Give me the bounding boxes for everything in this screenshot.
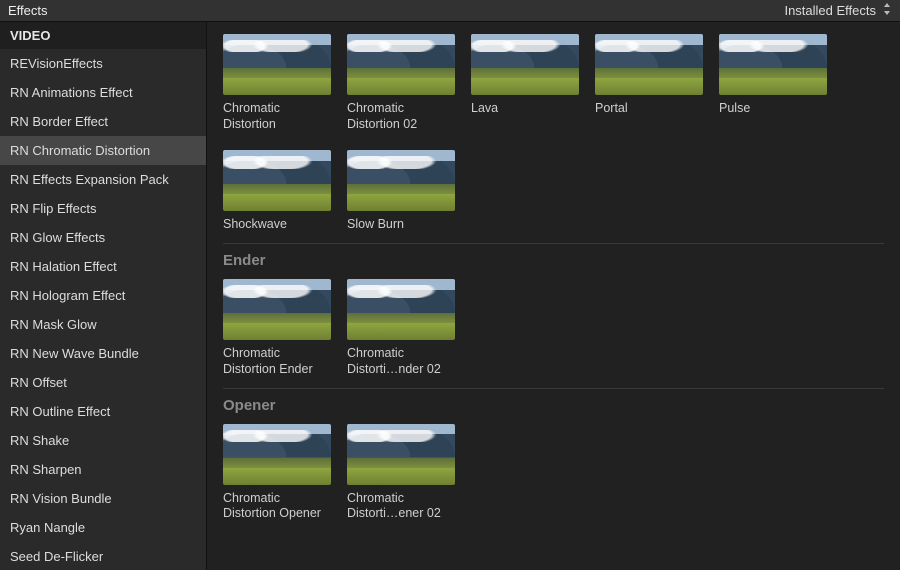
effect-label: Chromatic Distorti…nder 02 (347, 346, 455, 377)
sidebar-item[interactable]: RN Chromatic Distortion (0, 136, 206, 165)
sidebar-item[interactable]: Seed De-Flicker (0, 542, 206, 570)
effect-label: Chromatic Distortion (223, 101, 331, 132)
header-bar: Effects Installed Effects (0, 0, 900, 22)
effect-preview-image (719, 34, 827, 95)
effect-thumbnail[interactable]: Chromatic Distortion Opener (223, 424, 331, 522)
sidebar-item[interactable]: RN Animations Effect (0, 78, 206, 107)
effect-label: Portal (595, 101, 703, 117)
effect-preview-image (595, 34, 703, 95)
sidebar-item[interactable]: RN Effects Expansion Pack (0, 165, 206, 194)
sidebar-item[interactable]: RN Halation Effect (0, 252, 206, 281)
effect-grid: Chromatic Distortion Ender Chromatic Dist… (223, 279, 884, 377)
effects-grid-area[interactable]: Chromatic Distortion Chromatic Distortion… (207, 22, 900, 570)
effect-preview-image (347, 424, 455, 485)
sidebar-item[interactable]: RN Mask Glow (0, 310, 206, 339)
effect-preview-image (223, 424, 331, 485)
sidebar-item[interactable]: RN Shake (0, 426, 206, 455)
sidebar-item[interactable]: RN Border Effect (0, 107, 206, 136)
effect-label: Chromatic Distortion 02 (347, 101, 455, 132)
sidebar-item[interactable]: RN Offset (0, 368, 206, 397)
effect-thumbnail[interactable]: Slow Burn (347, 150, 455, 233)
effect-label: Pulse (719, 101, 827, 117)
effect-grid: Chromatic Distortion Chromatic Distortion… (223, 34, 884, 233)
effect-thumbnail[interactable]: Shockwave (223, 150, 331, 233)
effect-thumbnail[interactable]: Chromatic Distortion 02 (347, 34, 455, 132)
effect-preview-image (471, 34, 579, 95)
sidebar-section-video: VIDEO (0, 22, 206, 49)
effect-group: OpenerChromatic Distortion OpenerChromat… (223, 388, 884, 522)
sidebar[interactable]: VIDEO REVisionEffectsRN Animations Effec… (0, 22, 207, 570)
sidebar-item[interactable]: RN Glow Effects (0, 223, 206, 252)
effect-preview-image (223, 34, 331, 95)
sidebar-item[interactable]: RN Sharpen (0, 455, 206, 484)
effect-thumbnail[interactable]: Chromatic Distorti…nder 02 (347, 279, 455, 377)
sidebar-item[interactable]: RN Outline Effect (0, 397, 206, 426)
effect-grid: Chromatic Distortion Opener Chromatic Dis… (223, 424, 884, 522)
effect-label: Lava (471, 101, 579, 117)
effect-label: Shockwave (223, 217, 331, 233)
effect-label: Slow Burn (347, 217, 455, 233)
effect-preview-image (347, 150, 455, 211)
effect-label: Chromatic Distortion Opener (223, 491, 331, 522)
filter-dropdown[interactable]: Installed Effects (784, 3, 892, 18)
updown-icon (882, 3, 892, 18)
group-header: Opener (223, 388, 884, 424)
effect-preview-image (347, 34, 455, 95)
effect-preview-image (347, 279, 455, 340)
group-header: Ender (223, 243, 884, 279)
sidebar-item[interactable]: RN Vision Bundle (0, 484, 206, 513)
effects-browser: Effects Installed Effects VIDEO REVision… (0, 0, 900, 570)
sidebar-item[interactable]: RN New Wave Bundle (0, 339, 206, 368)
effect-group: EnderChromatic Distortion EnderChromatic… (223, 243, 884, 377)
effect-thumbnail[interactable]: Pulse (719, 34, 827, 132)
panel-title: Effects (8, 3, 48, 18)
effect-thumbnail[interactable]: Chromatic Distortion (223, 34, 331, 132)
sidebar-item[interactable]: RN Hologram Effect (0, 281, 206, 310)
effect-group: Chromatic Distortion Chromatic Distortion… (223, 34, 884, 233)
sidebar-item[interactable]: Ryan Nangle (0, 513, 206, 542)
filter-label: Installed Effects (784, 3, 876, 18)
effect-preview-image (223, 150, 331, 211)
body: VIDEO REVisionEffectsRN Animations Effec… (0, 22, 900, 570)
effect-label: Chromatic Distortion Ender (223, 346, 331, 377)
effect-thumbnail[interactable]: Portal (595, 34, 703, 132)
sidebar-item[interactable]: REVisionEffects (0, 49, 206, 78)
sidebar-item[interactable]: RN Flip Effects (0, 194, 206, 223)
effect-thumbnail[interactable]: Lava (471, 34, 579, 132)
effect-label: Chromatic Distorti…ener 02 (347, 491, 455, 522)
effect-thumbnail[interactable]: Chromatic Distorti…ener 02 (347, 424, 455, 522)
effect-preview-image (223, 279, 331, 340)
effect-thumbnail[interactable]: Chromatic Distortion Ender (223, 279, 331, 377)
